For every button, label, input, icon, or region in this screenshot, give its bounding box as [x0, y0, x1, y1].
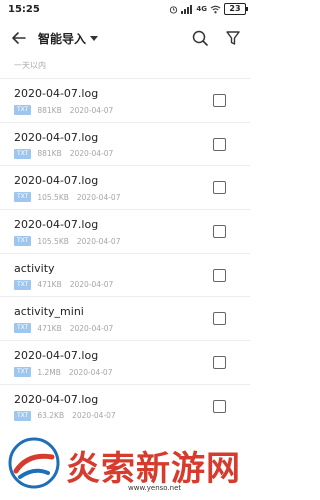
file-name: 2020-04-07.log: [14, 87, 99, 100]
file-name: 2020-04-07.log: [14, 349, 99, 363]
status-bar: 15:25 4G 23: [0, 0, 250, 20]
file-item[interactable]: activity TXT 471KB 2020-04-07: [0, 252, 250, 297]
file-name: 2020-04-07.log: [14, 174, 99, 188]
file-checkbox[interactable]: [213, 399, 226, 413]
file-checkbox[interactable]: [213, 225, 226, 239]
file-meta: TXT 1.2MB 2020-04-07: [14, 367, 113, 378]
file-size: 881KB: [37, 149, 62, 159]
page-title: 智能导入: [38, 32, 87, 46]
file-item[interactable]: 2020-04-07.log TXT 105.5KB 2020-04-07: [0, 209, 250, 253]
file-item[interactable]: 2020-04-07.log TXT 881KB 2020-04-07: [0, 121, 250, 166]
file-date: 2020-04-07: [68, 367, 113, 377]
battery-icon: 23: [224, 3, 248, 15]
file-size: 105.5KB: [37, 192, 69, 202]
file-date: 2020-04-07: [69, 149, 114, 159]
file-date: 2020-04-07: [76, 192, 121, 202]
file-checkbox[interactable]: [213, 312, 226, 326]
caret-down-icon: [90, 36, 99, 41]
watermark-url: www.yenso.net: [128, 484, 182, 492]
file-date: 2020-04-07: [72, 411, 116, 421]
file-size: 1.2MB: [37, 367, 61, 377]
file-name: 2020-04-07.log: [14, 218, 99, 232]
file-checkbox[interactable]: [213, 94, 226, 107]
file-date: 2020-04-07: [69, 280, 114, 290]
file-date: 2020-04-07: [69, 105, 114, 115]
app-bar: 智能导入: [0, 20, 250, 56]
status-time: 15:25: [8, 4, 40, 15]
page-title-dropdown[interactable]: 智能导入: [38, 30, 99, 47]
file-type-badge: TXT: [14, 148, 32, 159]
network-type: 4G: [196, 5, 207, 13]
file-date: 2020-04-07: [69, 323, 114, 333]
file-item[interactable]: 2020-04-07.log TXT 881KB 2020-04-07: [0, 78, 250, 122]
watermark-banner: 炎索新游网 www.yenso.net: [0, 432, 250, 500]
file-name: activity: [14, 261, 55, 275]
file-type-badge: TXT: [14, 192, 32, 203]
file-type-badge: TXT: [14, 323, 32, 334]
file-item[interactable]: 2020-04-07.log TXT 105.5KB 2020-04-07: [0, 165, 250, 209]
file-name: 2020-04-07.log: [14, 392, 99, 406]
file-type-badge: TXT: [14, 279, 32, 290]
file-type-badge: TXT: [14, 236, 32, 247]
file-checkbox[interactable]: [213, 137, 226, 151]
file-size: 471KB: [37, 323, 62, 333]
file-name: activity_mini: [14, 305, 84, 319]
file-item[interactable]: activity_mini TXT 471KB 2020-04-07: [0, 296, 250, 340]
alarm-icon: [170, 5, 178, 14]
file-size: 63.2KB: [37, 411, 65, 421]
wifi-icon: [210, 5, 221, 13]
file-meta: TXT 105.5KB 2020-04-07: [14, 236, 121, 247]
watermark-text: 炎索新游网: [66, 449, 241, 489]
file-date: 2020-04-07: [76, 236, 121, 246]
file-meta: TXT 881KB 2020-04-07: [14, 148, 114, 159]
file-meta: TXT 63.2KB 2020-04-07: [14, 410, 116, 421]
file-size: 881KB: [37, 105, 62, 115]
battery-level: 23: [229, 4, 241, 13]
file-name: 2020-04-07.log: [14, 130, 99, 144]
file-meta: TXT 881KB 2020-04-07: [14, 105, 113, 115]
file-checkbox[interactable]: [213, 181, 226, 195]
file-item[interactable]: 2020-04-07.log TXT 1.2MB 2020-04-07: [0, 340, 250, 384]
section-header: 一天以内: [14, 61, 46, 70]
file-size: 471KB: [37, 280, 62, 290]
file-type-badge: TXT: [14, 410, 32, 421]
file-type-badge: TXT: [14, 105, 32, 115]
search-icon[interactable]: [189, 27, 211, 49]
file-item[interactable]: 2020-04-07.log TXT 63.2KB 2020-04-07: [0, 383, 250, 428]
file-size: 105.5KB: [37, 236, 69, 246]
file-meta: TXT 105.5KB 2020-04-07: [14, 192, 121, 203]
file-meta: TXT 471KB 2020-04-07: [14, 323, 114, 334]
file-checkbox[interactable]: [213, 356, 226, 370]
file-type-badge: TXT: [14, 367, 32, 378]
file-checkbox[interactable]: [213, 268, 226, 282]
filter-icon[interactable]: [222, 27, 244, 49]
file-meta: TXT 471KB 2020-04-07: [14, 279, 114, 290]
watermark-logo-icon: [8, 437, 60, 489]
file-list: 2020-04-07.log TXT 881KB 2020-04-07 2020-0…: [0, 78, 250, 428]
back-arrow-icon[interactable]: [8, 27, 30, 49]
signal-icon: [181, 4, 193, 14]
status-icons: 4G 23: [169, 3, 248, 15]
